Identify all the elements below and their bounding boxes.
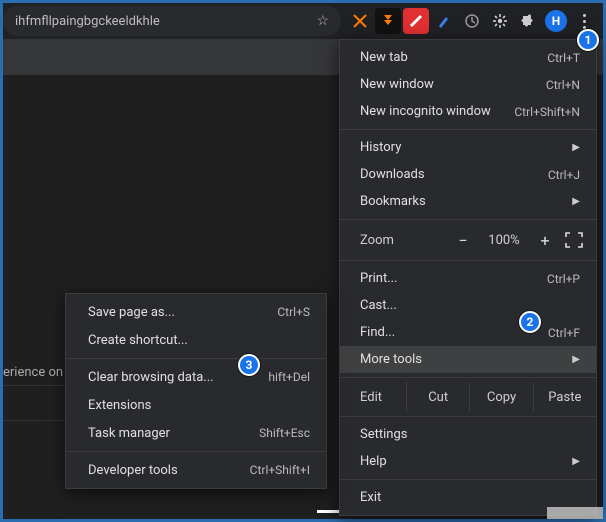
menu-help[interactable]: Help ▶ (340, 448, 596, 475)
more-tools-submenu: Save page as... Ctrl+S Create shortcut..… (65, 293, 327, 489)
menu-new-incognito[interactable]: New incognito window Ctrl+Shift+N (340, 98, 596, 125)
submenu-developer-tools-shortcut: Ctrl+Shift+I (250, 463, 310, 477)
menu-separator (340, 129, 596, 130)
menu-more-tools-label: More tools (360, 352, 564, 367)
chevron-right-icon: ▶ (572, 456, 580, 467)
submenu-save-page[interactable]: Save page as... Ctrl+S (66, 298, 326, 326)
menu-cast-label: Cast... (360, 298, 580, 313)
menu-downloads[interactable]: Downloads Ctrl+J (340, 161, 596, 188)
submenu-create-shortcut[interactable]: Create shortcut... (66, 326, 326, 354)
submenu-task-manager[interactable]: Task manager Shift+Esc (66, 419, 326, 447)
menu-separator (66, 451, 326, 452)
submenu-extensions-label: Extensions (88, 398, 310, 413)
menu-edit-row: Edit Cut Copy Paste (340, 382, 596, 412)
submenu-developer-tools-label: Developer tools (88, 463, 250, 478)
chevron-right-icon: ▶ (572, 196, 580, 207)
settings-gear-icon[interactable] (487, 8, 513, 34)
menu-separator (340, 219, 596, 220)
menu-history[interactable]: History ▶ (340, 134, 596, 161)
menu-find[interactable]: Find... Ctrl+F (340, 319, 596, 346)
edit-paste-button[interactable]: Paste (533, 382, 596, 412)
menu-downloads-shortcut: Ctrl+J (548, 168, 580, 182)
edit-cut-button[interactable]: Cut (406, 382, 469, 412)
menu-history-label: History (360, 140, 564, 155)
submenu-save-page-label: Save page as... (88, 305, 277, 320)
menu-bookmarks-label: Bookmarks (360, 194, 564, 209)
extension-icon-3[interactable] (403, 8, 429, 34)
submenu-create-shortcut-label: Create shortcut... (88, 333, 310, 348)
menu-new-window-shortcut: Ctrl+N (546, 78, 580, 92)
extension-icon-2[interactable] (375, 8, 401, 34)
profile-letter: H (545, 10, 567, 32)
chrome-main-menu: New tab Ctrl+T New window Ctrl+N New inc… (339, 39, 597, 516)
menu-print-label: Print... (360, 271, 547, 286)
menu-print-shortcut: Ctrl+P (547, 272, 580, 286)
menu-bookmarks[interactable]: Bookmarks ▶ (340, 188, 596, 215)
menu-downloads-label: Downloads (360, 167, 548, 182)
menu-separator (340, 479, 596, 480)
menu-new-incognito-shortcut: Ctrl+Shift+N (514, 105, 580, 119)
submenu-developer-tools[interactable]: Developer tools Ctrl+Shift+I (66, 456, 326, 484)
menu-new-tab-shortcut: Ctrl+T (547, 51, 580, 65)
menu-more-tools[interactable]: More tools ▶ (340, 346, 596, 373)
menu-settings-label: Settings (360, 427, 580, 442)
annotation-badge-2: 2 (519, 311, 541, 333)
menu-exit-label: Exit (360, 490, 580, 505)
menu-new-window[interactable]: New window Ctrl+N (340, 71, 596, 98)
extension-icons: H (347, 8, 603, 34)
menu-zoom-label: Zoom (360, 233, 444, 248)
zoom-in-button[interactable]: + (534, 231, 556, 250)
omnibox-text: ihfmfllpaingbgckeeldkhle (15, 14, 316, 29)
menu-find-shortcut: Ctrl+F (548, 326, 580, 340)
submenu-extensions[interactable]: Extensions (66, 391, 326, 419)
menu-separator (340, 260, 596, 261)
screenshot-frame: ihfmfllpaingbgckeeldkhle ☆ (0, 0, 606, 522)
menu-zoom-row: Zoom − 100% + (340, 224, 596, 256)
chevron-right-icon: ▶ (572, 354, 580, 365)
menu-new-tab[interactable]: New tab Ctrl+T (340, 44, 596, 71)
menu-separator (340, 377, 596, 378)
profile-avatar[interactable]: H (543, 8, 569, 34)
zoom-out-button[interactable]: − (452, 231, 474, 250)
menu-print[interactable]: Print... Ctrl+P (340, 265, 596, 292)
omnibox[interactable]: ihfmfllpaingbgckeeldkhle ☆ (3, 6, 341, 36)
bookmark-star-icon[interactable]: ☆ (316, 13, 329, 29)
watermark: wsxdn.com (547, 507, 603, 519)
chevron-right-icon: ▶ (572, 142, 580, 153)
extension-icon-4[interactable] (431, 8, 457, 34)
zoom-value: 100% (482, 233, 526, 248)
extension-icon-5[interactable] (459, 8, 485, 34)
fullscreen-icon[interactable] (564, 231, 584, 249)
edit-copy-button[interactable]: Copy (469, 382, 532, 412)
extension-icon-1[interactable] (347, 8, 373, 34)
annotation-badge-3: 3 (238, 354, 260, 376)
submenu-clear-browsing-data[interactable]: Clear browsing data... hift+Del (66, 363, 326, 391)
annotation-badge-1: 1 (577, 29, 599, 51)
menu-new-incognito-label: New incognito window (360, 104, 514, 119)
submenu-clear-browsing-shortcut: hift+Del (268, 370, 310, 384)
menu-new-tab-label: New tab (360, 50, 547, 65)
menu-help-label: Help (360, 454, 564, 469)
menu-cast[interactable]: Cast... (340, 292, 596, 319)
menu-separator (66, 358, 326, 359)
menu-settings[interactable]: Settings (340, 421, 596, 448)
submenu-task-manager-shortcut: Shift+Esc (259, 426, 310, 440)
submenu-save-page-shortcut: Ctrl+S (277, 305, 310, 319)
menu-edit-label: Edit (340, 390, 406, 405)
menu-new-window-label: New window (360, 77, 546, 92)
browser-toolbar: ihfmfllpaingbgckeeldkhle ☆ (3, 3, 603, 39)
extensions-puzzle-icon[interactable] (515, 8, 541, 34)
submenu-task-manager-label: Task manager (88, 426, 259, 441)
menu-separator (340, 416, 596, 417)
